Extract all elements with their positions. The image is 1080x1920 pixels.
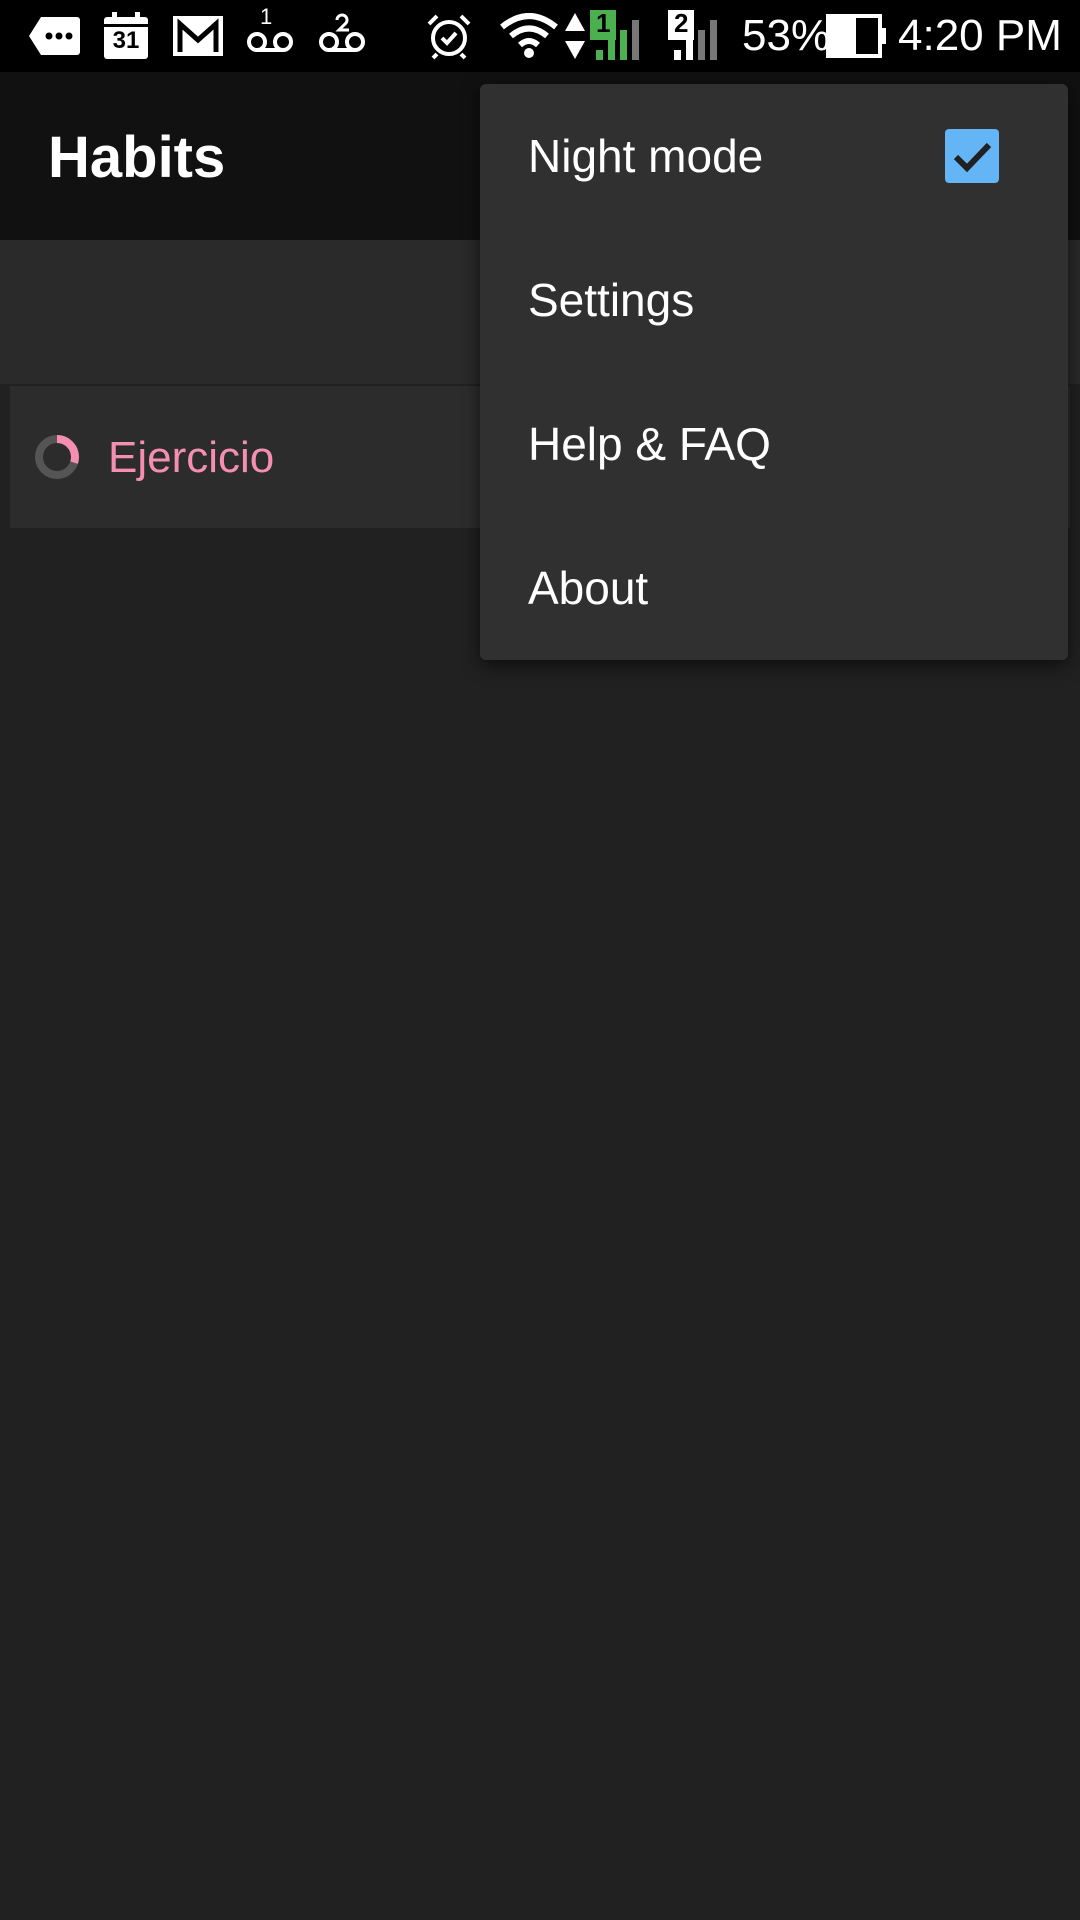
habit-name: Ejercicio: [108, 433, 275, 482]
sim2-label: 2: [674, 8, 689, 38]
screen: 31 1 1 2 53% 4:20 PM Habits Ejercicio Ni…: [0, 0, 1080, 1920]
data-activity-icon: [564, 10, 586, 62]
voicemail-icon: 1: [244, 4, 296, 62]
menu-item-label: About: [528, 562, 649, 614]
status-bar: 31 1 1 2 53% 4:20 PM: [0, 0, 1080, 72]
battery-icon: [826, 10, 888, 62]
alarm-icon: [424, 10, 474, 62]
night-mode-checkbox[interactable]: [945, 129, 999, 183]
menu-item-label: Help & FAQ: [528, 418, 771, 470]
overflow-menu: Night mode Settings Help & FAQ About: [480, 84, 1068, 660]
signal-sim2-icon: 2: [666, 8, 726, 62]
menu-item-label: Night mode: [528, 130, 764, 182]
calendar-day-label: 31: [112, 27, 140, 54]
signal-sim1-icon: 1: [588, 8, 648, 62]
menu-item-help-faq[interactable]: Help & FAQ: [480, 372, 1068, 516]
wifi-icon: [500, 10, 558, 62]
clock: 4:20 PM: [898, 11, 1062, 60]
battery-percent: 53%: [742, 11, 831, 60]
menu-item-about[interactable]: About: [480, 516, 1068, 660]
menu-item-night-mode[interactable]: Night mode: [480, 84, 1068, 228]
calendar-icon: 31: [102, 10, 150, 62]
gmail-icon: [172, 10, 224, 62]
menu-item-label: Settings: [528, 274, 695, 326]
habit-progress-ring: [35, 435, 79, 479]
menu-item-settings[interactable]: Settings: [480, 228, 1068, 372]
messaging-icon: [26, 10, 82, 62]
voicemail-icon: [316, 10, 368, 62]
voicemail-count: 1: [260, 4, 273, 29]
app-title: Habits: [48, 125, 226, 190]
sim1-label: 1: [596, 8, 611, 38]
